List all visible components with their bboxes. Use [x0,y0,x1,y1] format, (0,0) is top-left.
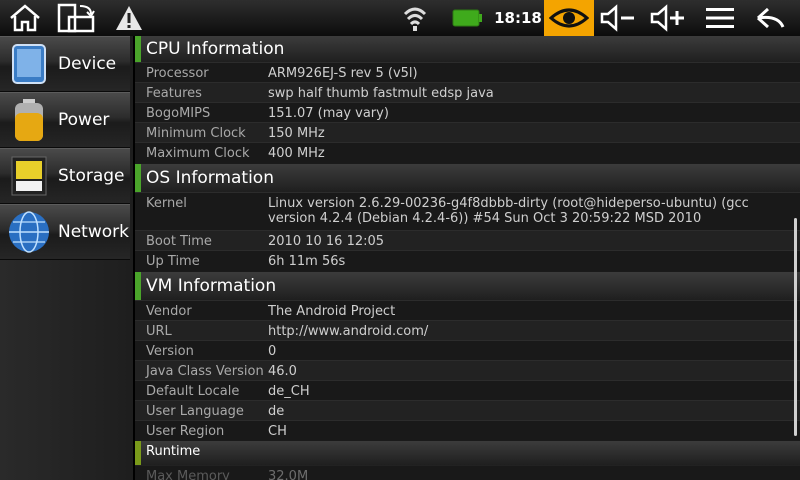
info-list[interactable]: CPU Information Processor ARM926EJ-S rev… [135,36,800,480]
menu-icon [706,8,734,28]
table-row: Up Time 6h 11m 56s [135,250,800,271]
row-key: Maximum Clock [146,146,250,161]
scrollbar[interactable] [794,218,797,436]
volume-up-button[interactable] [648,0,688,36]
globe-icon [9,211,49,253]
volume-down-button[interactable] [598,0,638,36]
row-value: 2010 10 16 12:05 [268,234,385,249]
row-value: ARM926EJ-S rev 5 (v5l) [268,66,418,81]
row-key: URL [146,324,172,339]
table-row: Default Locale de_CH [135,380,800,400]
eye-icon [549,8,589,28]
row-value: Linux version 2.6.29-00236-g4f8dbbb-dirt… [268,196,749,226]
row-value: 6h 11m 56s [268,254,346,269]
section-title: OS Information [146,168,274,188]
back-button[interactable] [750,0,790,36]
sidebar-item-label: Network [58,222,129,242]
menu-button[interactable] [700,0,740,36]
row-value: 151.07 (may vary) [268,106,389,121]
clock: 18:18 [494,9,542,27]
sidebar-item-network[interactable]: Network [0,204,130,260]
warning-indicator [112,0,146,36]
sidebar-item-storage[interactable]: Storage [0,148,130,204]
battery-icon [15,99,43,141]
row-value: http://www.android.com/ [268,324,429,339]
warning-icon [116,6,142,30]
row-key: Processor [146,66,209,81]
row-value: de [268,404,285,419]
row-key: Max Memory [146,469,230,480]
table-row: Java Class Version 46.0 [135,360,800,380]
row-value: 0 [268,344,277,359]
table-row: Maximum Clock 400 MHz [135,142,800,163]
table-row: Boot Time 2010 10 16 12:05 [135,230,800,250]
volume-down-icon [600,4,634,32]
battery-icon [452,9,482,27]
sidebar-item-label: Device [58,54,117,74]
sidebar-item-power[interactable]: Power [0,92,130,148]
table-row: Minimum Clock 150 MHz [135,122,800,142]
section-header-os: OS Information [135,164,800,192]
device-icon [12,44,46,84]
section-header-runtime: Runtime [135,441,800,465]
eye-button[interactable] [544,0,594,36]
table-row: Processor ARM926EJ-S rev 5 (v5l) [135,62,800,82]
row-key: Boot Time [146,234,212,249]
row-value: swp half thumb fastmult edsp java [268,86,494,101]
table-row: Vendor The Android Project [135,300,800,320]
rotate-screen-icon [57,3,95,33]
row-key: Features [146,86,202,101]
battery-indicator [450,0,484,36]
row-key: Default Locale [146,384,240,399]
back-icon [756,7,785,29]
rotate-screen-button[interactable] [54,0,98,36]
row-value: 32.0M [268,469,309,480]
row-key: Vendor [146,304,192,319]
row-key: User Language [146,404,244,419]
table-row: URL http://www.android.com/ [135,320,800,340]
row-key: Kernel [146,196,187,211]
row-value: 150 MHz [268,126,325,141]
row-value: 400 MHz [268,146,325,161]
status-bar: 18:18 [0,0,800,36]
row-key: Up Time [146,254,200,269]
row-value: 46.0 [268,364,297,379]
volume-up-icon [650,4,684,32]
section-title: CPU Information [146,39,285,59]
row-key: User Region [146,424,225,439]
section-title: Runtime [146,444,201,459]
table-row: BogoMIPS 151.07 (may vary) [135,102,800,122]
row-key: BogoMIPS [146,106,211,121]
sidebar-item-label: Storage [58,166,125,186]
row-value: The Android Project [268,304,396,319]
table-row: Features swp half thumb fastmult edsp ja… [135,82,800,102]
sidebar-item-label: Power [58,110,110,130]
section-header-vm: VM Information [135,272,800,300]
home-icon [10,4,40,32]
sidebar-item-device[interactable]: Device [0,36,130,92]
wifi-icon [403,7,427,31]
row-value: de_CH [268,384,310,399]
sidebar: Device Power Storage Network [0,36,133,480]
screen: { "status_bar": { "time": "18:18", "icon… [0,0,800,480]
home-button[interactable] [4,0,46,36]
table-row: User Region CH [135,420,800,440]
table-row: Version 0 [135,340,800,360]
table-row: Kernel Linux version 2.6.29-00236-g4f8db… [135,192,800,230]
row-value: CH [268,424,287,439]
table-row: Max Memory 32.0M [135,465,800,480]
row-key: Java Class Version [146,364,264,379]
table-row: User Language de [135,400,800,420]
row-key: Version [146,344,194,359]
row-key: Minimum Clock [146,126,246,141]
wifi-indicator [400,0,430,36]
sd-card-icon [11,156,47,196]
section-title: VM Information [146,276,277,296]
section-header-cpu: CPU Information [135,36,800,62]
